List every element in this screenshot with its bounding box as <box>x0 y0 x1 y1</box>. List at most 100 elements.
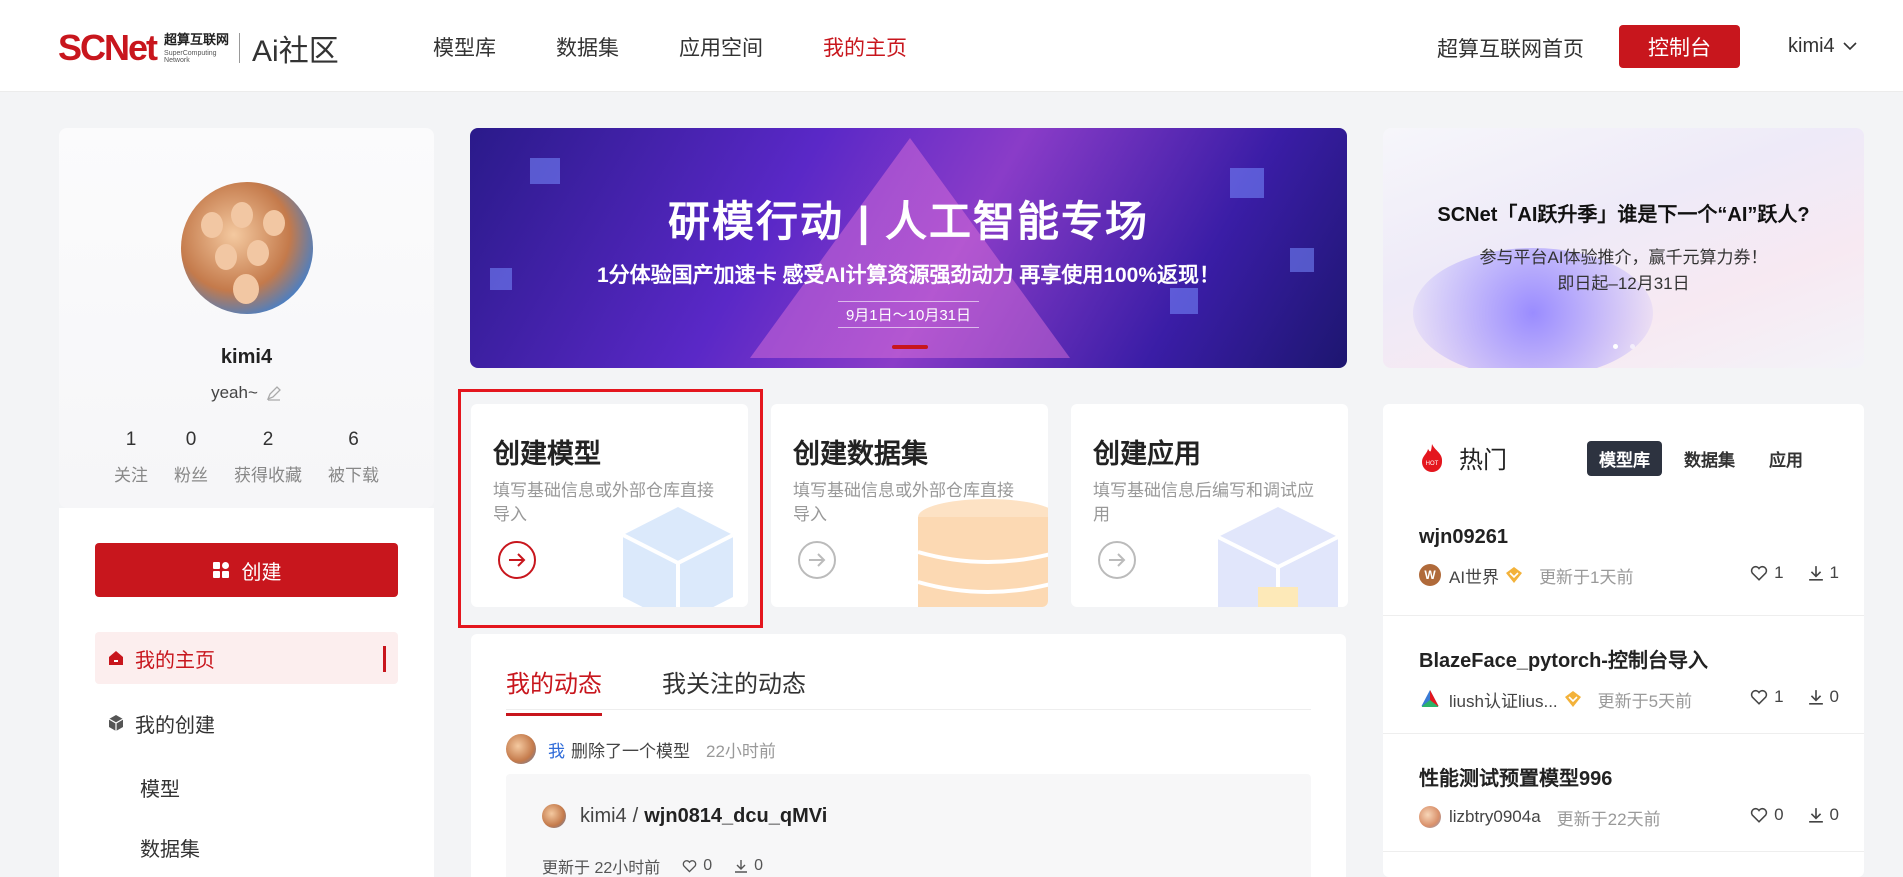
arrow-right-circle-icon[interactable] <box>797 540 837 580</box>
hot-item-updated: 更新于1天前 <box>1539 567 1634 587</box>
banner-indicator[interactable] <box>892 345 928 349</box>
hot-item-meta: liush认证lius... 更新于5天前 1 0 <box>1419 687 1839 711</box>
download-icon <box>735 860 748 873</box>
edit-icon[interactable] <box>266 385 282 401</box>
activity-card-likes[interactable]: 0 <box>682 857 712 875</box>
activity-actor[interactable]: 我 <box>548 737 565 762</box>
hot-item-likes[interactable]: 1 <box>1750 687 1784 707</box>
stat-followers-count: 0 <box>185 429 197 450</box>
hot-item-downloads[interactable]: 1 <box>1808 563 1839 583</box>
create-app-title: 创建应用 <box>1093 439 1201 469</box>
user-avatar[interactable] <box>180 182 313 314</box>
supercomputing-home-link[interactable]: 超算互联网首页 <box>1437 33 1584 63</box>
hot-item-meta: lizbtry0904a 更新于22天前 0 0 <box>1419 805 1839 829</box>
banner-title: 研模行动 | 人工智能专场 <box>667 198 1150 245</box>
banner-subtitle: 1分体验国产加速卡 感受AI计算资源强劲动力 再享使用100%返现！ <box>596 264 1221 287</box>
hot-tab-apps[interactable]: 应用 <box>1757 441 1815 476</box>
create-app-card[interactable]: 创建应用 填写基础信息后编写和调试应用 <box>1071 404 1348 607</box>
hot-item-meta: W AI世界 更新于1天前 1 1 <box>1419 563 1839 587</box>
owner-avatar <box>542 804 566 828</box>
hot-item-org[interactable]: lizbtry0904a <box>1449 807 1541 827</box>
hot-item-name[interactable]: 性能测试预置模型996 <box>1419 762 1839 791</box>
hot-divider <box>1383 851 1864 852</box>
console-button[interactable]: 控制台 <box>1619 25 1740 68</box>
activity-card-owner[interactable]: kimi4 <box>580 805 627 828</box>
site-logo[interactable]: SCNet 超算互联网 SuperComputing Network Ai社区 <box>58 26 339 70</box>
profile-card: kimi4 yeah~ 1 关注 0 粉丝 2 获得收藏 6 被下载 <box>59 128 434 508</box>
nav-model-library[interactable]: 模型库 <box>433 32 496 62</box>
user-menu[interactable]: kimi4 <box>1788 35 1857 58</box>
hot-item-org[interactable]: liush认证lius... <box>1449 687 1558 712</box>
nav-app-space[interactable]: 应用空间 <box>679 32 763 62</box>
grid-icon <box>212 562 229 578</box>
fire-icon: HOT <box>1422 443 1443 472</box>
hot-item-downloads[interactable]: 0 <box>1808 687 1839 707</box>
hot-item-likes[interactable]: 0 <box>1750 805 1784 825</box>
hot-item-org[interactable]: AI世界 <box>1449 563 1499 588</box>
hot-item[interactable]: BlazeFace_pytorch-控制台导入 liush认证lius... 更… <box>1419 644 1839 711</box>
heart-icon <box>1750 565 1768 581</box>
nav-datasets[interactable]: 数据集 <box>556 32 619 62</box>
left-menu: 创建 我的主页 我的创建 模型 数据集 <box>59 508 434 877</box>
hot-tabs: 模型库 数据集 应用 <box>1587 441 1815 476</box>
hot-item[interactable]: wjn09261 W AI世界 更新于1天前 1 1 <box>1419 526 1839 587</box>
hot-tab-models[interactable]: 模型库 <box>1587 441 1662 476</box>
database-illustration <box>917 499 1048 607</box>
activity-card-downloads[interactable]: 0 <box>734 857 763 875</box>
hot-item[interactable]: 性能测试预置模型996 lizbtry0904a 更新于22天前 0 0 <box>1419 762 1839 829</box>
activity-avatar[interactable] <box>506 734 536 764</box>
stat-following[interactable]: 1 关注 <box>114 429 148 486</box>
create-model-title: 创建模型 <box>493 439 601 469</box>
create-dataset-card[interactable]: 创建数据集 填写基础信息或外部仓库直接导入 <box>771 404 1048 607</box>
download-icon <box>1808 690 1823 705</box>
top-header: SCNet 超算互联网 SuperComputing Network Ai社区 … <box>0 0 1903 92</box>
side-banner-title: SCNet「AI跃升季」谁是下一个“AI”跃人? <box>1437 204 1810 226</box>
nav-my-home[interactable]: 我的主页 <box>823 32 907 62</box>
logo-ai-community: Ai社区 <box>252 35 339 68</box>
menu-my-creations[interactable]: 我的创建 <box>95 697 398 749</box>
arrow-right-circle-icon[interactable] <box>1097 540 1137 580</box>
create-button[interactable]: 创建 <box>95 543 398 597</box>
menu-sub-models[interactable]: 模型 <box>140 773 180 802</box>
main-banner[interactable]: 研模行动 | 人工智能专场 1分体验国产加速卡 感受AI计算资源强劲动力 再享使… <box>470 128 1347 368</box>
side-banner-line2: 即日起–12月31日 <box>1557 274 1690 293</box>
side-banner[interactable]: SCNet「AI跃升季」谁是下一个“AI”跃人? 参与平台AI体验推介，赢千元算… <box>1383 128 1864 368</box>
stat-downloads: 6 被下载 <box>328 429 379 486</box>
logo-mark: SCNet <box>58 27 158 68</box>
banner-decor-cube <box>1170 288 1198 314</box>
hot-divider <box>1383 615 1864 616</box>
activity-card-downloads-count: 0 <box>754 857 764 874</box>
create-model-card[interactable]: 创建模型 填写基础信息或外部仓库直接导入 <box>471 404 748 607</box>
hot-tab-datasets[interactable]: 数据集 <box>1672 441 1747 476</box>
menu-my-home[interactable]: 我的主页 <box>95 632 398 684</box>
stat-followers[interactable]: 0 粉丝 <box>174 429 208 486</box>
activity-card-meta: 更新于 22小时前 0 0 <box>542 854 763 877</box>
activity-card-likes-count: 0 <box>703 857 713 874</box>
arrow-right-circle-icon[interactable] <box>497 540 537 580</box>
activity-action: 删除了一个模型 <box>571 741 690 761</box>
profile-bio-row: yeah~ <box>59 383 434 403</box>
activity-card[interactable]: kimi4 / wjn0814_dcu_qMVi 更新于 22小时前 0 0 <box>506 774 1311 877</box>
user-menu-name: kimi4 <box>1788 35 1835 57</box>
hot-item-counts: 1 1 <box>1750 563 1839 583</box>
hot-item-likes[interactable]: 1 <box>1750 563 1784 583</box>
cube-illustration <box>622 507 734 607</box>
stat-favorites-label: 获得收藏 <box>234 466 302 485</box>
banner-decor-cube <box>530 158 560 184</box>
verified-badge-icon <box>1506 567 1523 583</box>
hot-header: HOT 热门 <box>1419 440 1507 475</box>
side-banner-subtitle: 参与平台AI体验推介，赢千元算力券！ 即日起–12月31日 <box>1383 245 1864 297</box>
hot-item-downloads[interactable]: 0 <box>1808 805 1839 825</box>
hot-item-name[interactable]: BlazeFace_pytorch-控制台导入 <box>1419 644 1839 673</box>
activity-card-name[interactable]: wjn0814_dcu_qMVi <box>644 805 827 828</box>
stat-downloads-count: 6 <box>348 429 359 450</box>
menu-sub-datasets[interactable]: 数据集 <box>140 833 200 862</box>
side-banner-indicators[interactable] <box>1613 344 1635 349</box>
hot-item-counts: 1 0 <box>1750 687 1839 707</box>
stat-following-label: 关注 <box>114 466 148 485</box>
hot-item-updated: 更新于5天前 <box>1597 691 1693 711</box>
hot-item-name[interactable]: wjn09261 <box>1419 526 1839 549</box>
activity-row: 我 删除了一个模型 22小时前 <box>506 734 776 764</box>
menu-my-creations-label: 我的创建 <box>135 714 215 737</box>
create-button-label: 创建 <box>241 561 282 584</box>
